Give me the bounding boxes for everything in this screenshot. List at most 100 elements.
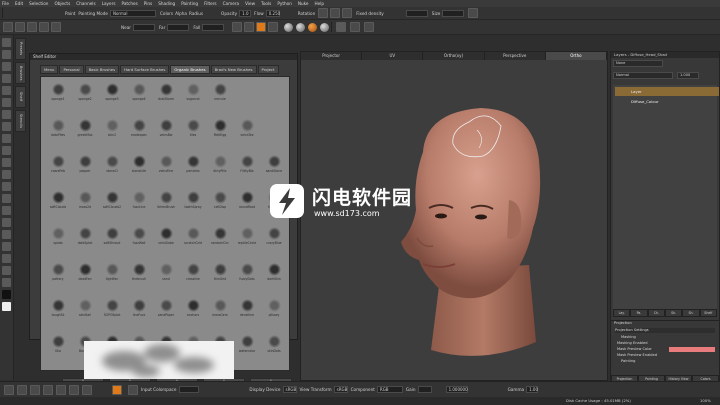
background-color-swatch[interactable] — [2, 302, 11, 311]
menu-shading[interactable]: Shading — [158, 1, 175, 6]
brush-preset[interactable]: sand — [153, 259, 179, 288]
menu-patches[interactable]: Patches — [122, 1, 138, 6]
ruler-tool-icon[interactable] — [2, 242, 11, 251]
brush-preset[interactable]: watercolor — [234, 331, 260, 360]
status-rotate-icon[interactable] — [4, 384, 14, 395]
transform-tool-icon[interactable] — [2, 182, 11, 191]
menu-python[interactable]: Python — [277, 1, 292, 6]
brush-preset[interactable]: SOPOSplat — [99, 295, 125, 324]
brush-preset[interactable]: lineFuzz — [126, 295, 152, 324]
fill-tool-icon[interactable] — [2, 110, 11, 119]
stamp-tool-icon[interactable] — [2, 266, 11, 275]
menu-filters[interactable]: Filters — [204, 1, 217, 6]
status-light-icon[interactable] — [69, 384, 79, 395]
brush-preset[interactable]: veinGlobe — [153, 223, 179, 252]
shader-ball-orange-icon[interactable] — [308, 22, 318, 32]
brush-preset[interactable]: densitive — [234, 295, 260, 324]
opacity-field[interactable]: 1.0 — [239, 9, 252, 17]
brush-preset[interactable]: cellDisp — [207, 187, 233, 216]
menu-pins[interactable]: Pins — [144, 1, 152, 6]
select-tool-icon[interactable] — [2, 38, 11, 47]
paint-through-tool-icon[interactable] — [2, 194, 11, 203]
brush-preset[interactable]: dirtyPills — [207, 151, 233, 180]
brush-preset[interactable]: fuzzyDots — [234, 259, 260, 288]
brush-preset[interactable]: crazyBlue — [261, 223, 287, 252]
brush-preset[interactable]: mossGem — [207, 295, 233, 324]
brush-preset[interactable]: fuzzWall — [126, 223, 152, 252]
menu-view[interactable]: View — [245, 1, 255, 6]
layer-panel-tab[interactable]: Sh. — [682, 309, 700, 317]
burn-tool-icon[interactable] — [2, 146, 11, 155]
brush-preset[interactable]: nercule — [207, 79, 233, 108]
brush-preset[interactable]: scratchGrid — [180, 223, 206, 252]
rotation-icon[interactable] — [318, 8, 329, 18]
painting-mode-select[interactable]: Normal — [109, 9, 156, 17]
brush-preset[interactable]: stoneLife — [126, 151, 152, 180]
jitter-icon[interactable] — [330, 8, 341, 18]
brush-preset[interactable]: skinBall — [72, 295, 98, 324]
blend-mode-select[interactable]: Normal — [613, 72, 673, 79]
brush-preset[interactable]: moss2d — [72, 187, 98, 216]
near-field[interactable] — [133, 23, 155, 31]
brush-preset[interactable]: softShroud — [99, 223, 125, 252]
grid-icon[interactable] — [51, 22, 61, 32]
brush-preset[interactable]: MeltEgg — [207, 115, 233, 144]
layer-panel-tab[interactable]: Lay. — [613, 309, 631, 317]
menu-channels[interactable]: Channels — [76, 1, 95, 6]
density-field[interactable] — [405, 9, 428, 17]
display-device-select[interactable]: sRGB — [282, 386, 297, 393]
shelf-tab-project[interactable]: Project — [257, 65, 279, 74]
view-transform-select[interactable]: sRGB — [333, 386, 348, 393]
brush-preset[interactable]: deadFan — [72, 259, 98, 288]
shelf-tab-brad-s-new-brushes[interactable]: Brad's New Brushes — [210, 65, 257, 74]
viewport-tab-projector[interactable]: Projector — [301, 52, 363, 60]
brush-preset[interactable]: FilthyBlo — [234, 151, 260, 180]
input-colorspace-icon[interactable] — [128, 384, 138, 395]
marquee-tool-icon[interactable] — [2, 206, 11, 215]
gradient-tool-icon[interactable] — [2, 122, 11, 131]
bake-icon[interactable] — [27, 22, 37, 32]
gain-select[interactable] — [417, 386, 432, 393]
far-field[interactable] — [167, 23, 190, 31]
status-pan-icon[interactable] — [43, 384, 53, 395]
menu-painting[interactable]: Painting — [181, 1, 198, 6]
brush-preset[interactable]: pattery — [45, 259, 71, 288]
menu-objects[interactable]: Objects — [54, 1, 70, 6]
side-tab-brushes[interactable]: Brushes — [15, 62, 26, 84]
brush-preset[interactable]: erodespec — [126, 115, 152, 144]
layer-item-layer[interactable]: Layer — [615, 87, 719, 96]
menu-layers[interactable]: Layers — [102, 1, 116, 6]
mask-preview-color-swatch[interactable] — [669, 347, 715, 352]
backface-icon[interactable] — [268, 22, 279, 32]
brush-preset[interactable]: tightFan — [99, 259, 125, 288]
brush-preset[interactable]: roundRoot — [234, 187, 260, 216]
text-tool-icon[interactable] — [2, 254, 11, 263]
lock-icon[interactable] — [342, 8, 353, 18]
shelf-tab-hard-surface-brushes[interactable]: Hard Surface Brushes — [120, 65, 170, 74]
layer-opacity-field[interactable]: 1.000 — [677, 72, 699, 79]
settings-icon[interactable] — [468, 8, 479, 18]
foreground-color-swatch[interactable] — [2, 290, 11, 299]
brush-preset[interactable]: lichenBrush — [153, 187, 179, 216]
menu-edit[interactable]: Edit — [15, 1, 23, 6]
brush-preset[interactable]: dotsSplat — [72, 223, 98, 252]
brush-preset[interactable]: darkSkin — [261, 259, 287, 288]
brush-preset[interactable]: veinsBw — [153, 115, 179, 144]
menu-selection[interactable]: Selection — [29, 1, 48, 6]
brush-preset[interactable]: softClouds2 — [99, 187, 125, 216]
menu-nuke[interactable]: Nuke — [298, 1, 309, 6]
lasso-tool-icon[interactable] — [2, 218, 11, 227]
brush-preset[interactable]: reptileCircle — [234, 223, 260, 252]
brush-preset[interactable]: particles — [180, 151, 206, 180]
viewport-tab-ortho[interactable]: Ortho — [545, 52, 608, 60]
flow-field[interactable]: 0.250 — [265, 9, 280, 17]
viewport-tab-uv[interactable]: UV — [362, 52, 424, 60]
brush-preset[interactable]: toughSk — [45, 295, 71, 324]
brush-preset[interactable]: fuzzLine — [126, 187, 152, 216]
shelf-tab-menu[interactable]: Menu — [40, 65, 59, 74]
gamma-field[interactable]: 1.00 — [526, 386, 539, 393]
brush-preset[interactable]: sponge3 — [99, 79, 125, 108]
brush-preset[interactable]: stoneCl — [99, 151, 125, 180]
shelf-tab-organic-brushes[interactable]: Organic Brushes — [170, 65, 210, 74]
redo-icon[interactable] — [15, 22, 25, 32]
